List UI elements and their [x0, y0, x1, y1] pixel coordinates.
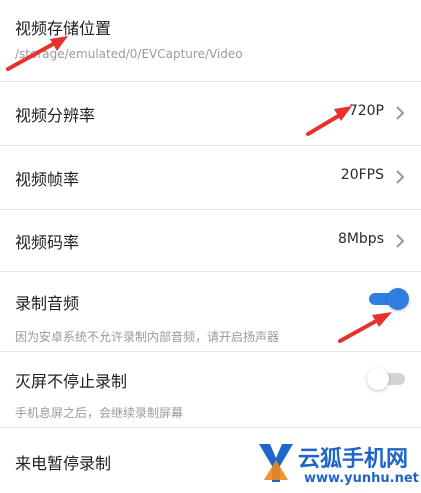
watermark-brand: 云狐手机网	[298, 447, 409, 472]
watermark: 云狐手机网 www.yunhu.net	[256, 438, 421, 493]
annotation-arrow-storage	[6, 36, 68, 71]
watermark-url: www.yunhu.net	[304, 471, 419, 486]
annotation-arrow-resolution	[306, 106, 352, 136]
annotation-arrows	[6, 36, 392, 343]
fox-logo-icon	[259, 444, 293, 482]
annotation-arrow-record-audio	[338, 312, 392, 343]
